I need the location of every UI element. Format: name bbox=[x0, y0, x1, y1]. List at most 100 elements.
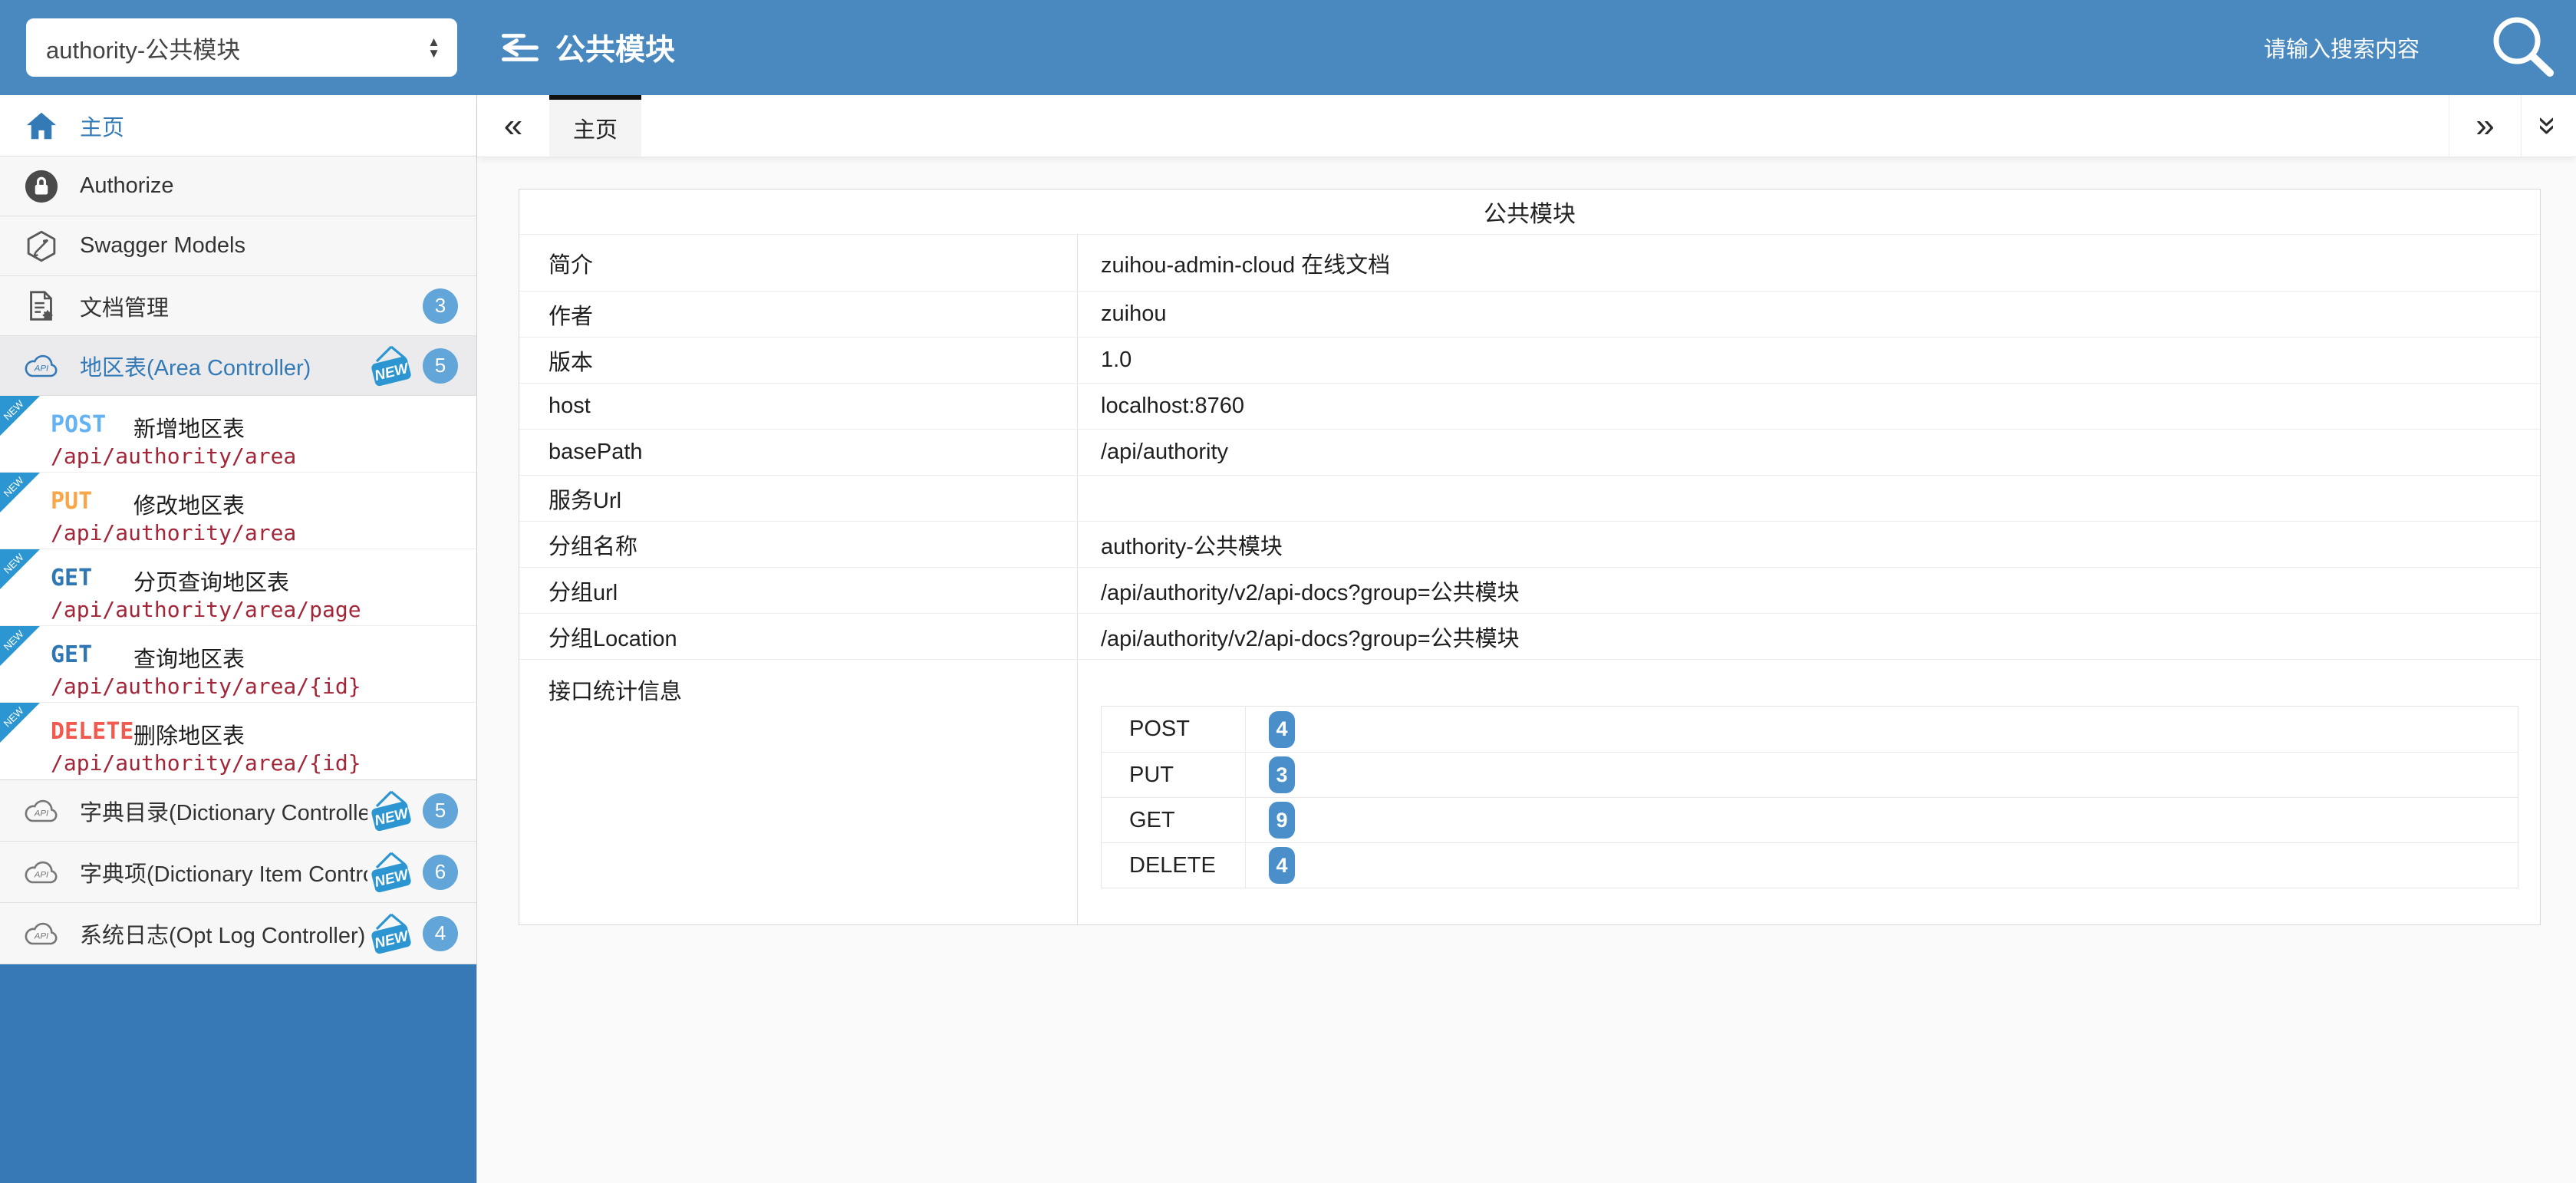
svg-text:API: API bbox=[34, 870, 49, 879]
group-select-value: authority-公共模块 bbox=[46, 31, 427, 65]
row-label: 分组url bbox=[519, 568, 1078, 613]
stat-method: PUT bbox=[1102, 753, 1246, 797]
operation-name: 查询地区表 bbox=[133, 641, 245, 674]
http-method: PUT bbox=[51, 488, 92, 515]
main-panel: « 主页 » » 公共模块 简介 zuihou-adm bbox=[477, 95, 2576, 1183]
page-title-text: 公共模块 bbox=[555, 26, 675, 69]
operation-name: 分页查询地区表 bbox=[133, 565, 289, 597]
table-row: 分组名称 authority-公共模块 bbox=[519, 521, 2540, 567]
new-ribbon-icon: NEW bbox=[0, 396, 40, 436]
stat-row: POST 4 bbox=[1102, 707, 2518, 752]
api-operation[interactable]: NEW GET 分页查询地区表 /api/authority/area/page bbox=[0, 549, 476, 626]
group-select[interactable]: authority-公共模块 ▲▼ bbox=[26, 18, 457, 77]
search-icon[interactable] bbox=[2489, 12, 2559, 83]
row-value: POST 4 PUT 3 GET 9 bbox=[1078, 660, 2540, 924]
table-row: 服务Url bbox=[519, 475, 2540, 521]
http-method: POST bbox=[51, 411, 106, 438]
chevrons-left-icon: « bbox=[504, 107, 522, 145]
home-icon bbox=[21, 110, 61, 141]
stat-method: GET bbox=[1102, 798, 1246, 842]
row-value: 1.0 bbox=[1078, 338, 2540, 383]
sidebar-controller-dictionary[interactable]: API 字典目录(Dictionary Controller) NEW 5 bbox=[0, 780, 476, 842]
operation-name: 删除地区表 bbox=[133, 718, 245, 750]
content-area: 公共模块 简介 zuihou-admin-cloud 在线文档 作者 zuiho… bbox=[477, 157, 2576, 1183]
api-operation[interactable]: NEW GET 查询地区表 /api/authority/area/{id} bbox=[0, 626, 476, 703]
sidebar-item-label: 主页 bbox=[80, 110, 124, 142]
sidebar: 主页 Authorize bbox=[0, 95, 477, 1183]
tab-home[interactable]: 主页 bbox=[549, 95, 641, 157]
row-value: zuihou bbox=[1078, 292, 2540, 337]
chevrons-right-icon: » bbox=[2476, 107, 2494, 145]
controller-label: 地区表(Area Controller) bbox=[80, 350, 311, 382]
stat-method: DELETE bbox=[1102, 843, 1246, 888]
table-row: 作者 zuihou bbox=[519, 291, 2540, 337]
sidebar-item-home[interactable]: 主页 bbox=[0, 95, 476, 157]
table-row: host localhost:8760 bbox=[519, 383, 2540, 429]
tab-label: 主页 bbox=[573, 112, 618, 144]
group-info-table: 公共模块 简介 zuihou-admin-cloud 在线文档 作者 zuiho… bbox=[519, 189, 2541, 925]
row-value: zuihou-admin-cloud 在线文档 bbox=[1078, 235, 2540, 291]
stat-row: DELETE 4 bbox=[1102, 842, 2518, 888]
row-label: 作者 bbox=[519, 292, 1078, 337]
row-value: /api/authority bbox=[1078, 430, 2540, 475]
tabs-scroll-right-button[interactable]: » bbox=[2449, 95, 2521, 157]
sidebar-footer bbox=[0, 964, 476, 1183]
table-row: 版本 1.0 bbox=[519, 337, 2540, 383]
method-stats-table: POST 4 PUT 3 GET 9 bbox=[1101, 706, 2518, 888]
new-ribbon-icon: NEW bbox=[0, 549, 40, 589]
count-badge: 4 bbox=[423, 916, 458, 951]
table-title: 公共模块 bbox=[519, 189, 2540, 234]
stat-count-badge: 9 bbox=[1269, 802, 1295, 839]
cloud-api-icon: API bbox=[21, 351, 61, 381]
sidebar-controller-dictionary-item[interactable]: API 字典项(Dictionary Item Controller) NEW … bbox=[0, 842, 476, 903]
new-ribbon-icon: NEW bbox=[0, 626, 40, 666]
count-badge: 3 bbox=[423, 288, 458, 324]
new-tag-icon: NEW bbox=[367, 344, 415, 388]
new-tag-icon: NEW bbox=[367, 911, 415, 956]
api-operation[interactable]: NEW PUT 修改地区表 /api/authority/area bbox=[0, 473, 476, 549]
stat-row: GET 9 bbox=[1102, 797, 2518, 842]
controller-label: 字典项(Dictionary Item Controller) bbox=[80, 856, 367, 888]
tabs-scroll-left-button[interactable]: « bbox=[477, 95, 549, 157]
row-value: localhost:8760 bbox=[1078, 384, 2540, 429]
controller-label: 系统日志(Opt Log Controller) bbox=[80, 918, 365, 950]
count-badge: 5 bbox=[423, 348, 458, 384]
row-value: /api/authority/v2/api-docs?group=公共模块 bbox=[1078, 568, 2540, 613]
header-search: 请输入搜索内容 bbox=[2264, 12, 2559, 83]
row-value: /api/authority/v2/api-docs?group=公共模块 bbox=[1078, 614, 2540, 659]
sidebar-item-doc-manage[interactable]: 文档管理 3 bbox=[0, 276, 476, 336]
sidebar-controller-opt-log[interactable]: API 系统日志(Opt Log Controller) NEW 4 bbox=[0, 903, 476, 964]
tabs-menu-button[interactable]: » bbox=[2521, 95, 2576, 157]
row-value bbox=[1078, 476, 2540, 521]
sidebar-item-label: Authorize bbox=[80, 173, 174, 199]
count-badge: 6 bbox=[423, 855, 458, 890]
row-label: 分组名称 bbox=[519, 522, 1078, 567]
row-label: basePath bbox=[519, 430, 1078, 475]
svg-text:API: API bbox=[34, 364, 49, 373]
api-operation[interactable]: NEW DELETE 删除地区表 /api/authority/area/{id… bbox=[0, 703, 476, 779]
sidebar-item-authorize[interactable]: Authorize bbox=[0, 157, 476, 216]
operation-list: NEW POST 新增地区表 /api/authority/area NEW P… bbox=[0, 396, 476, 780]
tab-bar: « 主页 » » bbox=[477, 95, 2576, 157]
table-row: 分组url /api/authority/v2/api-docs?group=公… bbox=[519, 567, 2540, 613]
sidebar-controller-area[interactable]: API 地区表(Area Controller) NEW 5 bbox=[0, 336, 476, 396]
swagger-doc-app: authority-公共模块 ▲▼ 公共模块 请输入搜索内容 bbox=[0, 0, 2576, 1183]
sidebar-item-swagger-models[interactable]: Swagger Models bbox=[0, 216, 476, 276]
http-method: GET bbox=[51, 565, 92, 592]
document-gear-icon bbox=[21, 288, 61, 324]
operation-path: /api/authority/area/{id} bbox=[51, 674, 361, 699]
row-label: 接口统计信息 bbox=[519, 660, 1078, 924]
sidebar-item-label: Swagger Models bbox=[80, 233, 245, 259]
http-method: GET bbox=[51, 641, 92, 668]
stat-row: PUT 3 bbox=[1102, 752, 2518, 797]
cloud-api-icon: API bbox=[21, 858, 61, 887]
cloud-api-icon: API bbox=[21, 919, 61, 948]
stat-count-badge: 4 bbox=[1269, 711, 1295, 748]
row-value: authority-公共模块 bbox=[1078, 522, 2540, 567]
api-operation[interactable]: NEW POST 新增地区表 /api/authority/area bbox=[0, 396, 476, 473]
new-tag-icon: NEW bbox=[367, 850, 415, 895]
new-ribbon-icon: NEW bbox=[0, 703, 40, 743]
search-placeholder[interactable]: 请输入搜索内容 bbox=[2264, 31, 2420, 64]
operation-path: /api/authority/area/page bbox=[51, 597, 361, 622]
stat-count-badge: 3 bbox=[1269, 756, 1295, 793]
